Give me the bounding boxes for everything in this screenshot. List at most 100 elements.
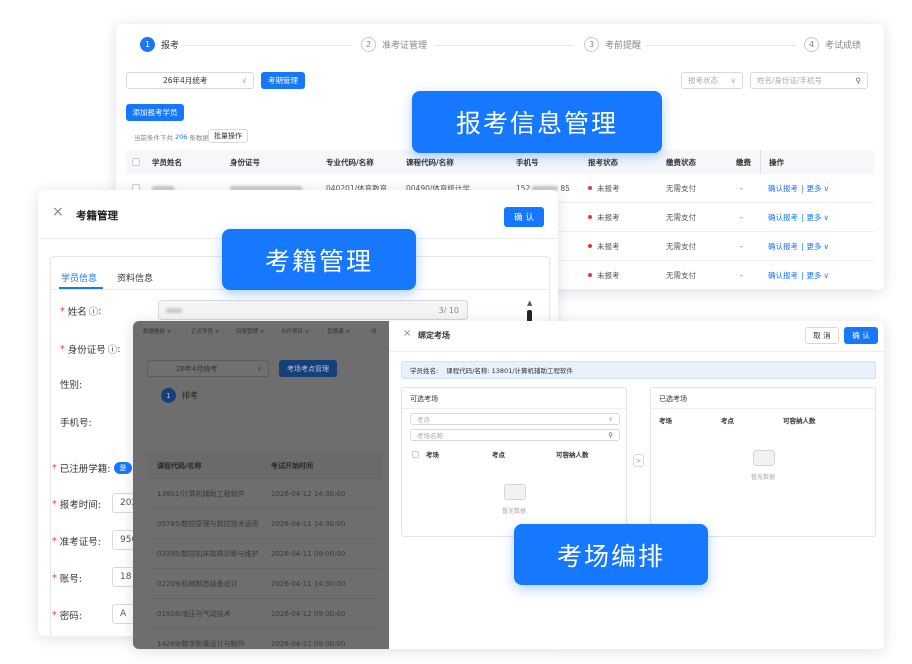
step-2[interactable]: 2 准考证管理 <box>361 37 427 52</box>
step-arrange[interactable]: 1 排考 <box>161 388 198 403</box>
nav-tab[interactable]: 线 <box>371 327 377 335</box>
status-filter-select[interactable]: 报考状态 ∨ <box>681 72 743 89</box>
select-all-checkbox[interactable] <box>412 450 419 458</box>
confirm-register-link[interactable]: 确认报考 <box>768 241 798 252</box>
count-suffix: 条数据 <box>189 134 209 142</box>
registered-toggle[interactable]: 是 <box>114 462 133 474</box>
info-icon: ⓘ <box>88 307 99 318</box>
col-header: 可容纳人数 <box>783 417 816 425</box>
ticket-label: * 准考证号: <box>52 534 101 549</box>
col-header: 考场 <box>659 417 672 425</box>
period-manage-button[interactable]: 考期管理 <box>261 72 305 89</box>
time-cell: 2026-04-11 14:30:00 <box>271 579 346 588</box>
status-cell: 未报考 <box>597 183 620 193</box>
step-divider <box>646 45 796 46</box>
more-link[interactable]: 更多 <box>807 212 822 223</box>
gender-label: 性别: <box>60 380 83 391</box>
col-header: 课程代码/名称 <box>406 157 454 167</box>
registered-label-text: 已注册学籍: <box>59 464 111 475</box>
point-placeholder: 考点 <box>417 416 430 424</box>
venue-placeholder: 考场名称 <box>417 432 443 440</box>
enrollment-section-label: 考籍管理 <box>222 229 416 290</box>
step-3[interactable]: 3 考前提醒 <box>584 37 641 52</box>
chevron-down-icon: ∨ <box>730 76 737 85</box>
step-1[interactable]: 1 报考 <box>140 37 179 52</box>
time-cell: 2026-04-12 09:00:00 <box>271 609 346 618</box>
required-mark: * <box>52 535 57 547</box>
confirm-register-link[interactable]: 确认报考 <box>768 212 798 223</box>
name-label-text: 姓名 <box>67 307 87 318</box>
name-counter: 3/ 10 <box>438 305 459 315</box>
period-select-value: 26年4月统考 <box>176 364 218 373</box>
available-venue-box: 可选考场 考点 ∨ 考场名称 ⚲ 考场 考点 可容纳人数 暂无数据 <box>401 387 627 537</box>
status-dot <box>588 215 592 219</box>
more-link[interactable]: 更多 <box>807 270 822 281</box>
course-cell: 14269/数字影像设计与制作 <box>157 640 245 648</box>
more-link[interactable]: 更多 <box>807 183 822 194</box>
chevron-down-icon: ∨ <box>823 183 830 193</box>
name-value <box>166 307 182 313</box>
close-icon[interactable]: × <box>403 328 411 339</box>
fee-extra-cell: - <box>740 212 743 222</box>
confirm-register-link[interactable]: 确认报考 <box>768 270 798 281</box>
name-label: * 姓名 ⓘ: <box>60 305 102 319</box>
col-header: 身份证号 <box>230 157 260 167</box>
tab-document-info[interactable]: 资料信息 <box>117 271 153 284</box>
point-select[interactable]: 考点 ∨ <box>410 413 620 425</box>
status-cell: 未报考 <box>597 241 620 251</box>
more-link[interactable]: 更多 <box>807 241 822 252</box>
nav-tab[interactable]: 旧版管理 × <box>236 327 264 335</box>
venue-background-page: 数据看板 × 正式学员 × 旧版管理 × 合作项目 × 直播课 × 线 26年4… <box>133 321 389 649</box>
step-1-label: 报考 <box>161 41 180 51</box>
fee-cell: 无需支付 <box>666 270 696 280</box>
status-cell: 未报考 <box>597 270 620 280</box>
phone-label: 手机号: <box>60 418 92 429</box>
close-icon: × <box>166 329 172 335</box>
nav-tab[interactable]: 数据看板 × <box>143 327 171 335</box>
fee-cell: 无需支付 <box>666 241 696 251</box>
search-input[interactable]: 姓名/身份证/手机号 ⚲ <box>750 72 868 89</box>
action-separator: | <box>801 183 804 193</box>
select-all-checkbox[interactable] <box>132 158 140 166</box>
table-row: 03395/数控机床故障诊断与维护 2026-04-11 09:00:00 <box>147 539 382 569</box>
fee-extra-cell: - <box>740 270 743 280</box>
period-select[interactable]: 26年4月统考 ∨ <box>126 72 254 89</box>
step-4[interactable]: 4 考试成绩 <box>804 37 861 52</box>
confirm-button[interactable]: 确 认 <box>844 327 878 344</box>
table-row: 13801/计算机辅助工程软件 2026-04-12 14:30:00 <box>147 479 382 509</box>
period-select[interactable]: 26年4月统考 ∨ <box>147 360 269 377</box>
add-student-button[interactable]: 添加报考学员 <box>126 104 184 121</box>
tab-student-info[interactable]: 学员信息 <box>61 271 97 284</box>
cancel-button[interactable]: 取 消 <box>805 327 839 344</box>
divider <box>402 408 626 409</box>
status-dot <box>588 273 592 277</box>
transfer-arrow-button[interactable]: > <box>633 454 644 467</box>
chevron-down-icon: ∨ <box>823 241 830 251</box>
dialog-title: 绑定考场 <box>418 331 450 340</box>
venue-manage-button[interactable]: 考场考点管理 <box>279 360 337 377</box>
step-3-number: 3 <box>584 37 599 52</box>
nav-tab[interactable]: 合作项目 × <box>281 327 309 335</box>
status-filter-placeholder: 报考状态 <box>688 76 718 85</box>
confirm-register-link[interactable]: 确认报考 <box>768 183 798 194</box>
confirm-button[interactable]: 确 认 <box>504 207 544 227</box>
close-icon[interactable]: × <box>52 204 64 220</box>
exam-time-label: * 报考时间: <box>52 497 101 512</box>
course-cell: 13801/计算机辅助工程软件 <box>157 489 245 498</box>
required-mark: * <box>52 462 57 474</box>
nav-tab[interactable]: 正式学员 × <box>191 327 219 335</box>
name-input[interactable]: 3/ 10 <box>158 300 468 320</box>
step-4-label: 考试成绩 <box>825 41 862 51</box>
status-dot <box>588 186 592 190</box>
nav-tab[interactable]: 直播课 × <box>327 327 350 335</box>
time-cell: 2026-04-12 09:00:00 <box>271 640 346 648</box>
batch-action-button[interactable]: 批量操作 <box>208 129 248 143</box>
chevron-down-icon: ∨ <box>823 212 830 222</box>
col-header: 手机号 <box>516 157 539 167</box>
empty-box-icon <box>753 450 775 466</box>
fee-cell: 无需支付 <box>666 212 696 222</box>
registered-label: * 已注册学籍: 是 <box>52 461 133 475</box>
venue-search-input[interactable]: 考场名称 ⚲ <box>410 429 620 441</box>
table-row: 01928/液压与气动技术 2026-04-12 09:00:00 <box>147 599 382 629</box>
venue-table-header: 课程代码/名称 考试开始时间 <box>147 453 382 479</box>
